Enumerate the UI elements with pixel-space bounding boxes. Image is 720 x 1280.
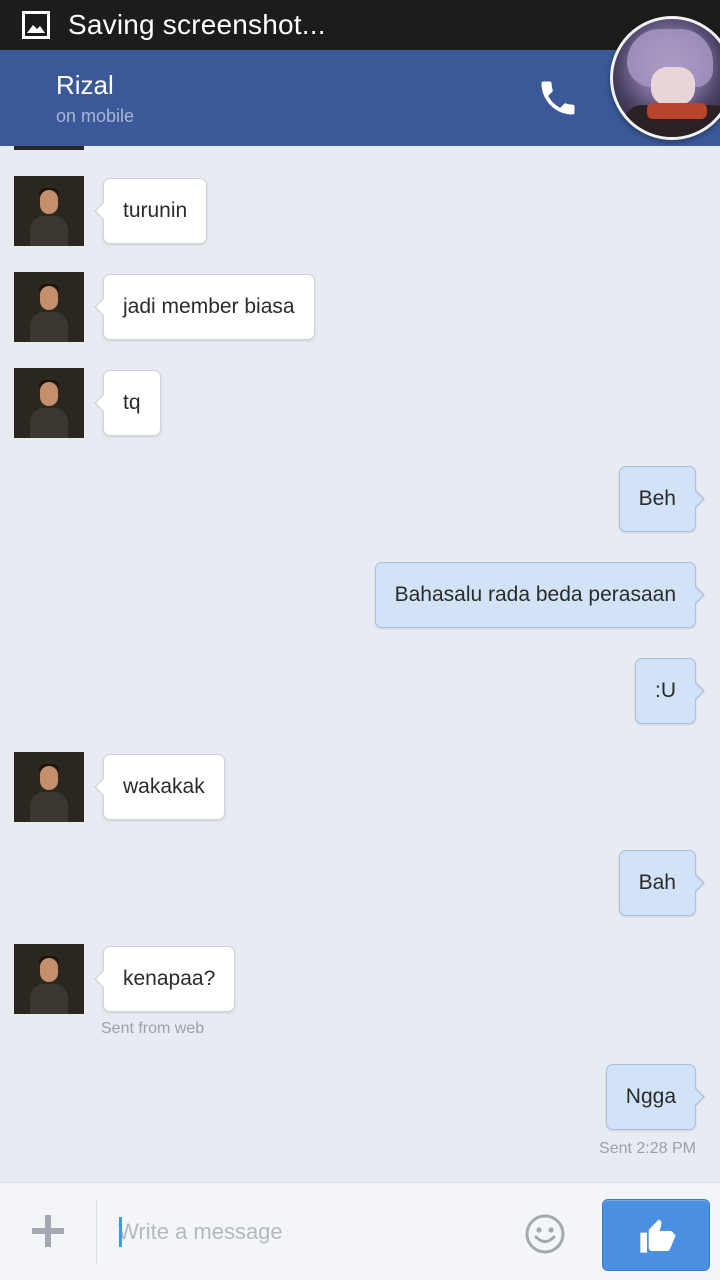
contact-avatar[interactable]	[14, 146, 84, 150]
emoji-button[interactable]	[524, 1213, 566, 1255]
text-cursor	[119, 1217, 122, 1247]
call-button[interactable]	[536, 76, 580, 120]
message-timestamp: Sent 2:28 PM	[599, 1140, 696, 1157]
phone-icon	[541, 81, 575, 115]
contact-status: on mobile	[56, 106, 135, 126]
plus-icon	[32, 1215, 64, 1247]
chat-head-avatar[interactable]	[610, 16, 720, 140]
attach-button[interactable]	[28, 1211, 68, 1251]
message-bubble-sent[interactable]: :U	[635, 658, 705, 724]
contact-avatar[interactable]	[14, 944, 84, 1014]
message-input[interactable]	[118, 1209, 508, 1255]
status-bar: Saving screenshot...	[0, 0, 720, 50]
message-bubble[interactable]: turunin	[93, 178, 208, 244]
status-text: Saving screenshot...	[68, 9, 326, 40]
contact-avatar[interactable]	[14, 368, 84, 438]
contact-avatar[interactable]	[14, 752, 84, 822]
message-composer	[0, 1182, 720, 1280]
contact-avatar[interactable]	[14, 272, 84, 342]
message-bubble-sent[interactable]: Bahasalu rada beda perasaan	[374, 562, 706, 628]
smiley-icon	[525, 1214, 565, 1254]
message-bubble[interactable]: wakakak	[94, 754, 225, 820]
composer-divider	[96, 1201, 97, 1263]
message-meta: Sent from web	[101, 1020, 205, 1037]
like-send-button[interactable]	[602, 1199, 710, 1271]
message-bubble[interactable]: jadi member biasa	[94, 274, 315, 340]
contact-avatar[interactable]	[14, 176, 84, 246]
thumbs-up-icon	[640, 1219, 676, 1253]
message-bubble-sent[interactable]: Beh	[618, 466, 706, 532]
message-bubble-sent[interactable]: Ngga	[605, 1064, 706, 1130]
message-list[interactable]: turunin jadi member biasa tq Beh Bahasal…	[0, 146, 720, 1182]
message-bubble-sent[interactable]: Bah	[618, 850, 706, 916]
message-bubble[interactable]: kenapaa?	[93, 946, 236, 1012]
screenshot-icon	[22, 11, 50, 39]
message-bubble[interactable]: tq	[94, 370, 161, 436]
contact-name[interactable]: Rizal	[56, 70, 114, 101]
